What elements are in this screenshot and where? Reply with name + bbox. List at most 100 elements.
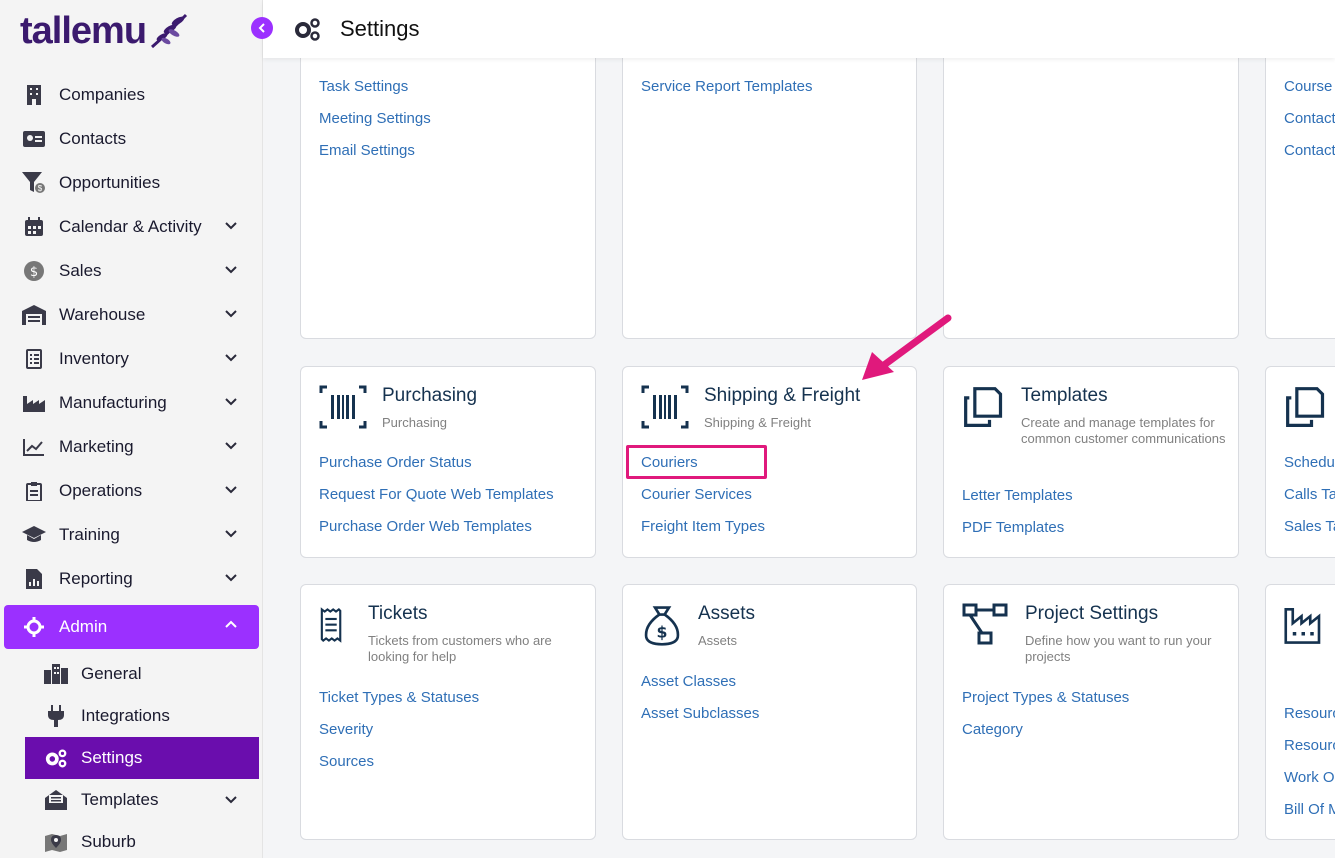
sidebar-item-label: Companies	[59, 85, 145, 104]
sidebar-item-companies[interactable]: Companies	[0, 73, 263, 117]
sidebar-subitem-suburb[interactable]: Suburb	[0, 821, 263, 858]
sidebar-subitem-templates[interactable]: Templates	[0, 779, 263, 821]
link-work-order[interactable]: Work O	[1284, 762, 1335, 794]
flow-chart-icon	[962, 603, 1008, 645]
svg-text:$: $	[30, 265, 38, 280]
link-bill-of-materials[interactable]: Bill Of M	[1284, 794, 1335, 826]
chevron-left-icon	[258, 23, 265, 33]
sidebar-item-label: Reporting	[59, 569, 133, 588]
receipt-icon	[320, 607, 342, 643]
link-contact[interactable]: Contact	[1284, 135, 1335, 167]
link-contact[interactable]: Contact	[1284, 103, 1335, 135]
cog-icon	[22, 615, 46, 639]
copy-documents-icon	[1286, 387, 1325, 427]
sidebar-item-sales[interactable]: $ Sales	[0, 249, 263, 293]
chevron-down-icon	[225, 530, 237, 538]
link-course[interactable]: Course	[1284, 71, 1335, 103]
sidebar-item-reporting[interactable]: Reporting	[0, 557, 263, 601]
svg-text:$: $	[657, 622, 668, 641]
settings-card-general-settings: Task Settings Meeting Settings Email Set…	[300, 20, 596, 339]
gears-icon	[44, 746, 68, 770]
sidebar-subitem-settings[interactable]: Settings	[25, 737, 259, 779]
link-sources[interactable]: Sources	[319, 746, 479, 778]
sidebar-item-label: Settings	[81, 748, 143, 767]
sidebar-item-inventory[interactable]: Inventory	[0, 337, 263, 381]
building-icon	[22, 83, 46, 107]
link-letter-templates[interactable]: Letter Templates	[962, 480, 1073, 512]
sidebar-item-operations[interactable]: Operations	[0, 469, 263, 513]
card-subtitle: Assets	[698, 633, 738, 648]
card-subtitle: Create and manage templates for common c…	[1021, 415, 1226, 446]
sidebar-item-label: Inventory	[59, 349, 129, 368]
link-category[interactable]: Category	[962, 714, 1129, 746]
link-asset-subclasses[interactable]: Asset Subclasses	[641, 698, 759, 730]
sidebar-item-label: Templates	[81, 790, 159, 809]
link-calls[interactable]: Calls Ta	[1284, 479, 1335, 511]
link-severity[interactable]: Severity	[319, 714, 479, 746]
sidebar-item-label: Admin	[59, 617, 108, 636]
settings-card-templates: Templates Create and manage templates fo…	[943, 366, 1239, 558]
sidebar-item-training[interactable]: Training	[0, 513, 263, 557]
link-resource[interactable]: Resourc	[1284, 730, 1335, 762]
sidebar-item-label: Sales	[59, 261, 102, 280]
card-title: Tickets	[368, 603, 428, 624]
link-sales[interactable]: Sales Ta	[1284, 511, 1335, 543]
sidebar-item-marketing[interactable]: Marketing	[0, 425, 263, 469]
sidebar-item-admin[interactable]: Admin	[4, 605, 259, 649]
sidebar-item-label: Integrations	[81, 706, 170, 725]
graduation-cap-icon	[22, 523, 46, 547]
checklist-icon	[22, 347, 46, 371]
sidebar-item-calendar-activity[interactable]: Calendar & Activity	[0, 205, 263, 249]
chevron-down-icon	[225, 222, 237, 230]
link-freight-item-types[interactable]: Freight Item Types	[641, 511, 765, 543]
link-project-types-statuses[interactable]: Project Types & Statuses	[962, 682, 1129, 714]
copy-documents-icon	[964, 387, 1003, 427]
sidebar: tallemu Companies Contacts $ Opportuniti…	[0, 0, 263, 858]
sidebar-subitem-integrations[interactable]: Integrations	[0, 695, 263, 737]
sidebar-item-label: Calendar & Activity	[59, 217, 202, 236]
settings-card-service: Service Report Templates	[622, 20, 917, 339]
link-resource[interactable]: Resourc	[1284, 698, 1335, 730]
main-nav: Companies Contacts $ Opportunities Calen…	[0, 73, 263, 858]
link-purchase-order-web-templates[interactable]: Purchase Order Web Templates	[319, 511, 554, 543]
chevron-down-icon	[225, 796, 237, 804]
chevron-down-icon	[225, 310, 237, 318]
link-meeting-settings[interactable]: Meeting Settings	[319, 103, 431, 135]
link-schedule[interactable]: Schedul	[1284, 447, 1335, 479]
money-bag-icon: $	[644, 606, 680, 646]
sidebar-item-manufacturing[interactable]: Manufacturing	[0, 381, 263, 425]
map-marker-icon	[44, 830, 68, 854]
sidebar-item-opportunities[interactable]: $ Opportunities	[0, 161, 263, 205]
link-task-settings[interactable]: Task Settings	[319, 71, 431, 103]
dollar-coin-icon: $	[22, 259, 46, 283]
sidebar-item-contacts[interactable]: Contacts	[0, 117, 263, 161]
sidebar-item-label: Manufacturing	[59, 393, 167, 412]
link-email-settings[interactable]: Email Settings	[319, 135, 431, 167]
link-request-for-quote-web-templates[interactable]: Request For Quote Web Templates	[319, 479, 554, 511]
link-asset-classes[interactable]: Asset Classes	[641, 666, 759, 698]
settings-card-assets: $ Assets Assets Asset Classes Asset Subc…	[622, 584, 917, 840]
factory-icon	[1284, 607, 1321, 644]
city-icon	[44, 662, 68, 686]
link-ticket-types-statuses[interactable]: Ticket Types & Statuses	[319, 682, 479, 714]
link-courier-services[interactable]: Courier Services	[641, 479, 765, 511]
sidebar-item-label: Operations	[59, 481, 143, 500]
leaf-logo-icon	[151, 13, 188, 49]
card-subtitle: Shipping & Freight	[704, 415, 811, 430]
logo[interactable]: tallemu	[20, 8, 192, 54]
collapse-sidebar-button[interactable]	[251, 17, 273, 39]
sidebar-subitem-general[interactable]: General	[0, 653, 263, 695]
report-icon	[22, 567, 46, 591]
link-purchase-order-status[interactable]: Purchase Order Status	[319, 447, 554, 479]
plug-icon	[44, 704, 68, 728]
clipboard-icon	[22, 479, 46, 503]
sidebar-item-warehouse[interactable]: Warehouse	[0, 293, 263, 337]
link-service-report-templates[interactable]: Service Report Templates	[641, 71, 812, 103]
link-pdf-templates[interactable]: PDF Templates	[962, 512, 1073, 544]
chevron-down-icon	[225, 354, 237, 362]
sidebar-item-label: Contacts	[59, 129, 127, 148]
chevron-down-icon	[225, 398, 237, 406]
sidebar-item-label: Opportunities	[59, 173, 161, 192]
funnel-icon: $	[22, 171, 46, 195]
chevron-down-icon	[225, 486, 237, 494]
